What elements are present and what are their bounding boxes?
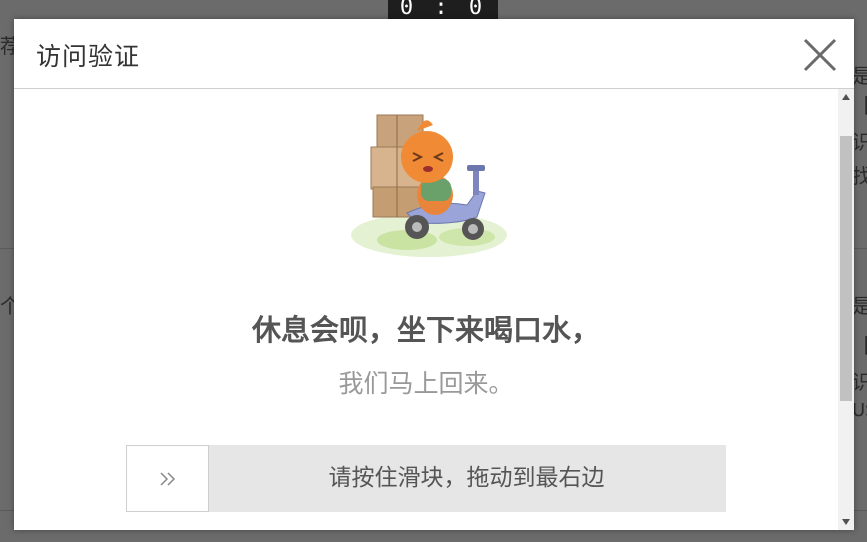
background-text-fragment: 【 bbox=[852, 90, 867, 119]
rest-headline: 休息会呗，坐下来喝口水， bbox=[251, 313, 600, 347]
background-text-fragment: 识 bbox=[852, 130, 867, 154]
dialog-scrollbar[interactable] bbox=[838, 89, 854, 530]
dialog-header: 访问验证 bbox=[14, 19, 854, 89]
background-counter: 0 : 0 bbox=[388, 0, 498, 20]
verification-dialog: 访问验证 休息会呗，坐下来喝口水， 我们马上回来。 请按住滑块，拖动到最右边 bbox=[14, 19, 854, 530]
close-icon bbox=[803, 38, 837, 72]
dialog-body: 休息会呗，坐下来喝口水， 我们马上回来。 请按住滑块，拖动到最右边 bbox=[14, 89, 838, 530]
slide-verification-track: 请按住滑块，拖动到最右边 bbox=[126, 445, 726, 512]
background-text-fragment: 找 bbox=[852, 164, 867, 188]
scroll-down-button[interactable] bbox=[838, 514, 854, 530]
rest-subline: 我们马上回来。 bbox=[338, 369, 514, 398]
scroll-down-arrow-icon bbox=[842, 519, 850, 525]
background-text-fragment: 是 bbox=[852, 64, 867, 88]
scroll-up-arrow-icon bbox=[842, 94, 850, 100]
background-text-fragment: 是 bbox=[852, 294, 867, 318]
slider-handle[interactable] bbox=[126, 445, 209, 512]
background-text-fragment: 【 bbox=[852, 330, 867, 359]
double-chevron-right-icon bbox=[159, 471, 175, 486]
scrollbar-thumb[interactable] bbox=[840, 136, 852, 401]
dialog-title: 访问验证 bbox=[36, 42, 141, 71]
close-button[interactable] bbox=[802, 37, 838, 73]
slider-instruction: 请按住滑块，拖动到最右边 bbox=[328, 465, 605, 491]
background-text-fragment: US bbox=[852, 400, 867, 421]
delivery-scooter-character-illustration bbox=[351, 114, 507, 257]
scroll-up-button[interactable] bbox=[838, 89, 854, 105]
background-text-fragment: 识 bbox=[852, 370, 867, 394]
